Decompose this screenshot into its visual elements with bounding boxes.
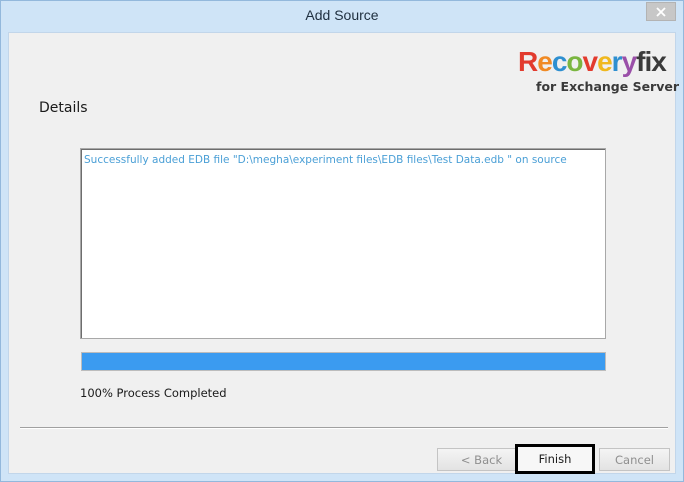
close-button[interactable] (646, 2, 676, 21)
progress-bar-fill (82, 353, 605, 370)
logo-letter: v (582, 46, 599, 77)
logo-letter: r (611, 46, 623, 77)
close-icon (656, 6, 666, 17)
title-bar: Add Source (1, 1, 683, 32)
details-log-box[interactable]: Successfully added EDB file "D:\megha\ex… (80, 148, 606, 339)
dialog-body: Recoveryfix for Exchange Server Details … (8, 32, 679, 474)
logo-letter: R (518, 46, 538, 77)
finish-button[interactable]: Finish (515, 444, 595, 474)
logo-letter: c (551, 46, 568, 77)
cancel-button[interactable]: Cancel (599, 448, 670, 471)
progress-status-label: 100% Process Completed (80, 386, 227, 400)
add-source-dialog: Add Source Recoveryfix for Exchange Serv… (0, 0, 684, 482)
recoveryfix-logo: Recoveryfix for Exchange Server (516, 46, 679, 97)
logo-letter: e (597, 46, 613, 77)
logo-letter: e (537, 46, 553, 77)
window-title: Add Source (305, 7, 379, 23)
logo-subtitle: for Exchange Server (536, 79, 679, 94)
footer-separator (20, 427, 668, 429)
logo-letter: o (566, 46, 583, 77)
logo-letter: x (651, 46, 667, 77)
progress-bar (81, 352, 606, 371)
logo-letter: y (621, 46, 638, 77)
logo-wordmark: Recoveryfix (518, 46, 667, 77)
back-button[interactable]: < Back (437, 448, 526, 471)
log-line: Successfully added EDB file "D:\megha\ex… (84, 154, 567, 166)
details-heading: Details (39, 100, 88, 116)
